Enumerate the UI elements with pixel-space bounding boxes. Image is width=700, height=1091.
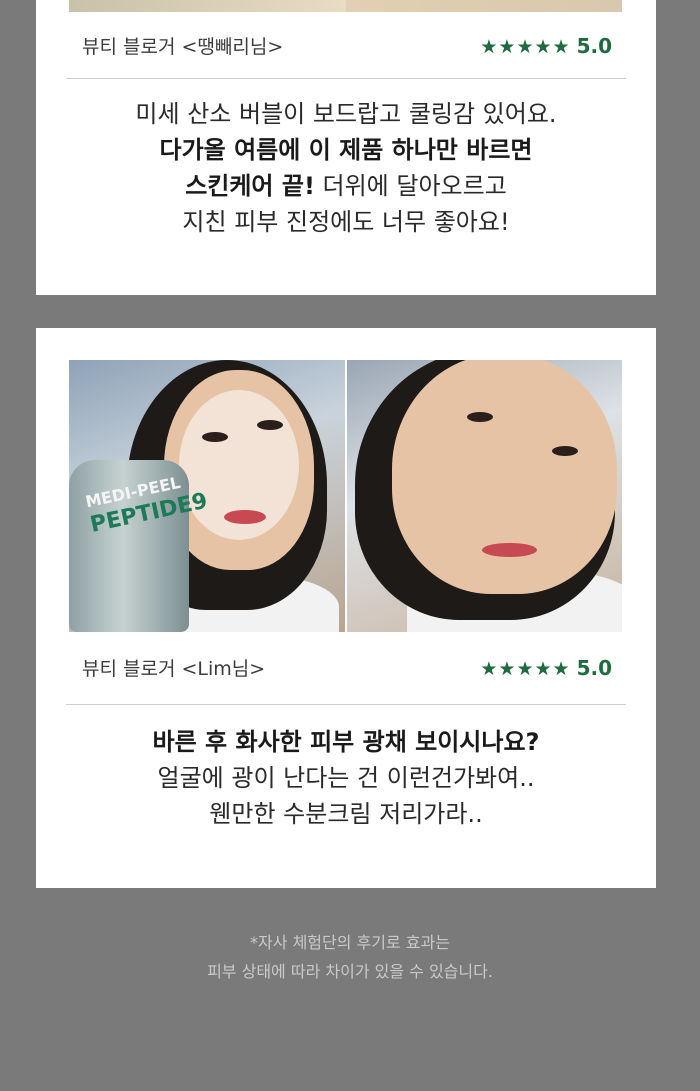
review-card: 뷰티 블로거 <땡빼리님> ★★★★★ 5.0 미세 산소 버블이 보드랍고 쿨링… [36,0,656,295]
review-text: 바른 후 화사한 피부 광채 보이시나요? 얼굴에 광이 난다는 건 이런건가봐… [36,724,656,832]
rating: ★★★★★ 5.0 [480,656,612,680]
review-line: 다가올 여름에 이 제품 하나만 바르면 [159,136,533,164]
review-photos: MEDI-PEEL PEPTIDE9 [69,360,622,632]
rating-score: 5.0 [576,33,612,58]
divider [66,704,626,705]
review-photo-after [345,0,622,12]
disclaimer: *자사 체험단의 후기로 효과는 피부 상태에 따라 차이가 있을 수 있습니다… [0,928,700,986]
review-meta: 뷰티 블로거 <Lim님> ★★★★★ 5.0 [82,654,612,681]
review-photo-strip [69,0,622,12]
star-rating-icon: ★★★★★ [480,35,571,58]
rating-score: 5.0 [576,655,612,680]
review-meta: 뷰티 블로거 <땡빼리님> ★★★★★ 5.0 [82,32,612,59]
divider [66,78,626,79]
review-card: MEDI-PEEL PEPTIDE9 뷰티 블로거 <Lim님> ★★★★★ 5.… [36,328,656,888]
disclaimer-line: *자사 체험단의 후기로 효과는 [250,933,450,952]
disclaimer-line: 피부 상태에 따라 차이가 있을 수 있습니다. [207,962,493,981]
review-line: 지친 피부 진정에도 너무 좋아요! [182,208,510,236]
rating: ★★★★★ 5.0 [480,34,612,58]
review-photo-before: MEDI-PEEL PEPTIDE9 [69,360,345,632]
review-photo-after [346,360,622,632]
review-photo-before [69,0,346,12]
review-text: 미세 산소 버블이 보드랍고 쿨링감 있어요. 다가올 여름에 이 제품 하나만… [36,96,656,240]
review-line: 얼굴에 광이 난다는 건 이런건가봐여.. [157,764,535,792]
reviewer-name: 뷰티 블로거 <땡빼리님> [82,36,284,58]
star-rating-icon: ★★★★★ [480,657,571,680]
review-line: 바른 후 화사한 피부 광채 보이시나요? [152,728,540,756]
review-line: 스킨케어 끝! 더위에 달아오르고 [185,172,507,200]
review-line: 웬만한 수분크림 저리가라.. [209,800,483,828]
review-line: 미세 산소 버블이 보드랍고 쿨링감 있어요. [135,100,557,128]
reviewer-name: 뷰티 블로거 <Lim님> [82,658,266,680]
